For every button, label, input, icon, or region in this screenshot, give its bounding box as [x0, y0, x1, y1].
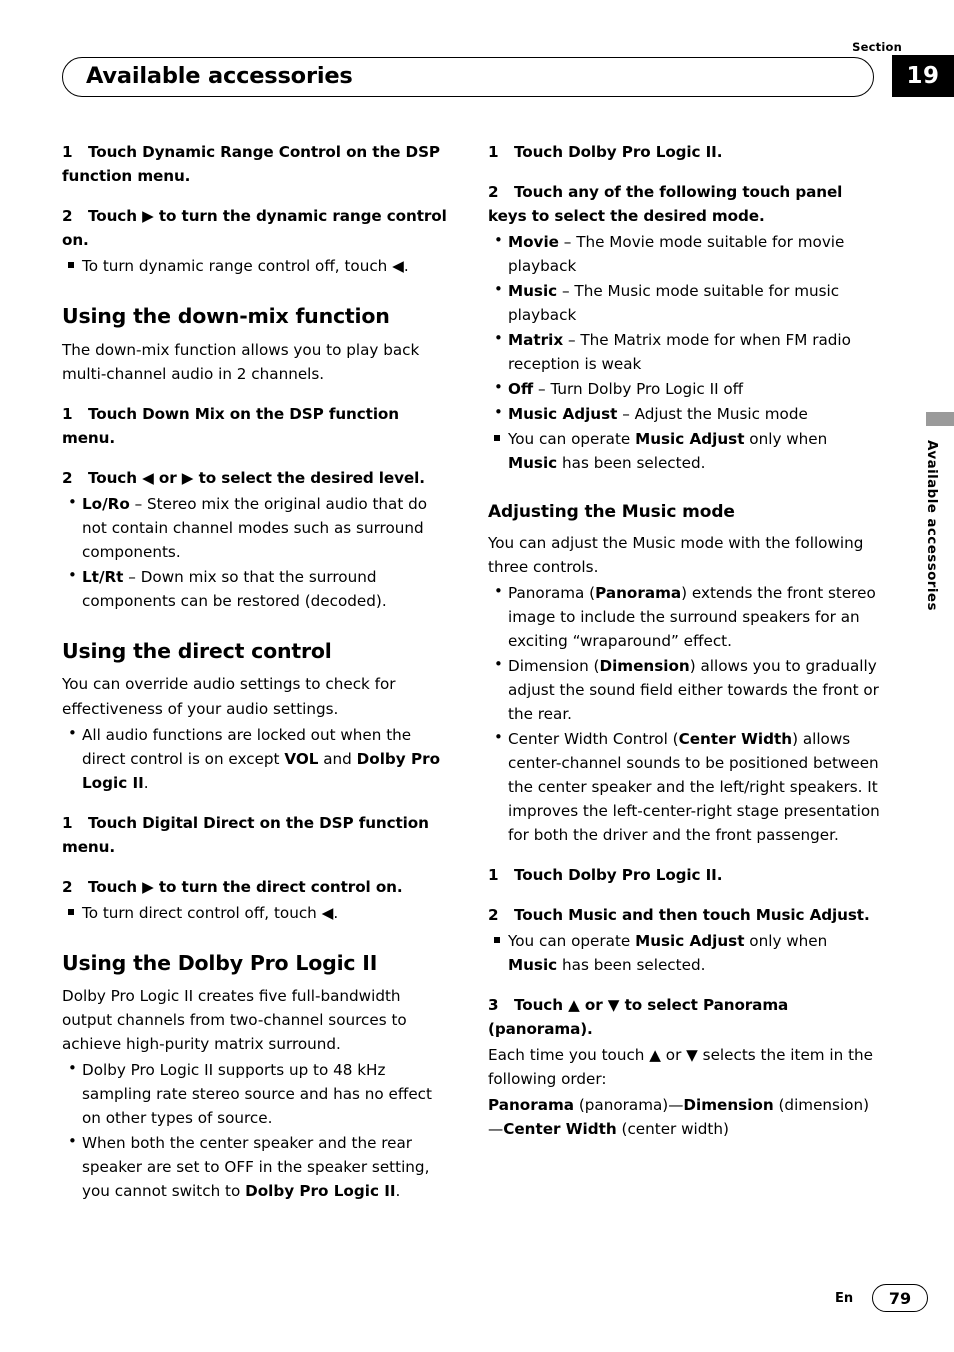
- adjust-controls-list: Panorama (Panorama) extends the front st…: [488, 580, 880, 847]
- document-page: Section 19 Available accessories Availab…: [0, 0, 954, 1352]
- step-adjust-3: 3 Touch ▲ or ▼ to select Panorama (panora…: [488, 996, 789, 1039]
- down-arrow-icon: ▼: [686, 1046, 698, 1065]
- list-item: Off – Turn Dolby Pro Logic II off: [488, 376, 880, 401]
- list-item: Music – The Music mode suitable for musi…: [488, 278, 880, 327]
- list-item: Dolby Pro Logic II supports up to 48 kHz…: [62, 1057, 454, 1130]
- list-item: All audio functions are locked out when …: [62, 722, 454, 795]
- right-arrow-icon: ▶: [181, 468, 194, 487]
- left-arrow-icon: ◀: [392, 257, 404, 276]
- list-item: Lo/Ro – Stereo mix the original audio th…: [62, 491, 454, 564]
- right-arrow-icon: ▶: [142, 207, 154, 226]
- up-arrow-icon: ▲: [568, 996, 580, 1015]
- page-title: Available accessories: [86, 63, 353, 89]
- list-item: When both the center speaker and the rea…: [62, 1130, 454, 1203]
- heading-down-mix: Using the down-mix function: [62, 304, 390, 329]
- dolby-mode-list: Movie – The Movie mode suitable for movi…: [488, 229, 880, 475]
- down-mix-options: Lo/Ro – Stereo mix the original audio th…: [62, 491, 454, 613]
- section-label: Section: [852, 40, 902, 54]
- side-tab-label: Available accessories: [924, 440, 940, 611]
- down-arrow-icon: ▼: [607, 996, 620, 1015]
- step-dynamic-range-1: 1 Touch Dynamic Range Control on the DSP …: [62, 143, 440, 186]
- side-tab-marker: [926, 412, 954, 426]
- step-adjust-2: 2 Touch Music and then touch Music Adjust…: [488, 906, 870, 925]
- direct-control-notes: All audio functions are locked out when …: [62, 722, 454, 795]
- step-dynamic-range-2: 2 Touch ▶ to turn the dynamic range contr…: [62, 207, 447, 250]
- order-description: Each time you touch ▲ or ▼ selects the i…: [488, 1046, 874, 1089]
- list-item: Center Width Control (Center Width) allo…: [488, 726, 880, 847]
- note-list-direct-control: To turn direct control off, touch ◀.: [62, 901, 454, 925]
- list-item: Panorama (Panorama) extends the front st…: [488, 580, 880, 653]
- section-number-badge: 19: [892, 55, 954, 97]
- note-item: You can operate Music Adjust only when M…: [488, 929, 880, 977]
- note-list-dynamic-range: To turn dynamic range control off, touch…: [62, 254, 454, 278]
- list-item: Lt/Rt – Down mix so that the surround co…: [62, 564, 454, 613]
- step-down-mix-1: 1 Touch Down Mix on the DSP function menu…: [62, 404, 399, 447]
- down-mix-intro: The down-mix function allows you to play…: [62, 340, 420, 383]
- footer-page-number: 79: [872, 1284, 928, 1312]
- heading-dolby-pro-logic: Using the Dolby Pro Logic II: [62, 950, 378, 975]
- step-dolby-1: 1 Touch Dolby Pro Logic II.: [488, 143, 723, 161]
- step-adjust-1: 1 Touch Dolby Pro Logic II.: [488, 866, 723, 885]
- right-column: 1 Touch Dolby Pro Logic II. 2 Touch any of…: [488, 140, 880, 1141]
- note-item: To turn direct control off, touch ◀.: [62, 901, 454, 925]
- up-arrow-icon: ▲: [649, 1046, 661, 1065]
- note-item: To turn dynamic range control off, touch…: [62, 254, 454, 278]
- dolby-notes: Dolby Pro Logic II supports up to 48 kHz…: [62, 1057, 454, 1203]
- step-direct-control-1: 1 Touch Digital Direct on the DSP functio…: [62, 813, 429, 856]
- list-item: Movie – The Movie mode suitable for movi…: [488, 229, 880, 278]
- step-dolby-2: 2 Touch any of the following touch panel …: [488, 183, 843, 226]
- order-sequence: Panorama (panorama)—Dimension (dimension…: [488, 1096, 870, 1139]
- note-list-adjust: You can operate Music Adjust only when M…: [488, 929, 880, 977]
- direct-control-intro: You can override audio settings to check…: [62, 675, 396, 718]
- list-item: Dimension (Dimension) allows you to grad…: [488, 653, 880, 726]
- note-item: You can operate Music Adjust only when M…: [488, 427, 880, 475]
- left-arrow-icon: ◀: [321, 903, 334, 922]
- step-down-mix-2: 2 Touch ◀ or ▶ to select the desired leve…: [62, 468, 425, 487]
- footer-language: En: [835, 1291, 854, 1306]
- list-item: Matrix – The Matrix mode for when FM rad…: [488, 327, 880, 376]
- left-column: 1 Touch Dynamic Range Control on the DSP …: [62, 140, 454, 1203]
- left-arrow-icon: ◀: [142, 468, 154, 487]
- dolby-intro: Dolby Pro Logic II creates five full-ban…: [62, 987, 407, 1054]
- heading-direct-control: Using the direct control: [62, 638, 332, 663]
- list-item: Music Adjust – Adjust the Music mode: [488, 401, 880, 426]
- heading-adjust-music-mode: Adjusting the Music mode: [488, 502, 735, 523]
- step-direct-control-2: 2 Touch ▶ to turn the direct control on.: [62, 877, 403, 896]
- adjust-intro: You can adjust the Music mode with the f…: [488, 534, 864, 577]
- right-arrow-icon: ▶: [142, 877, 154, 896]
